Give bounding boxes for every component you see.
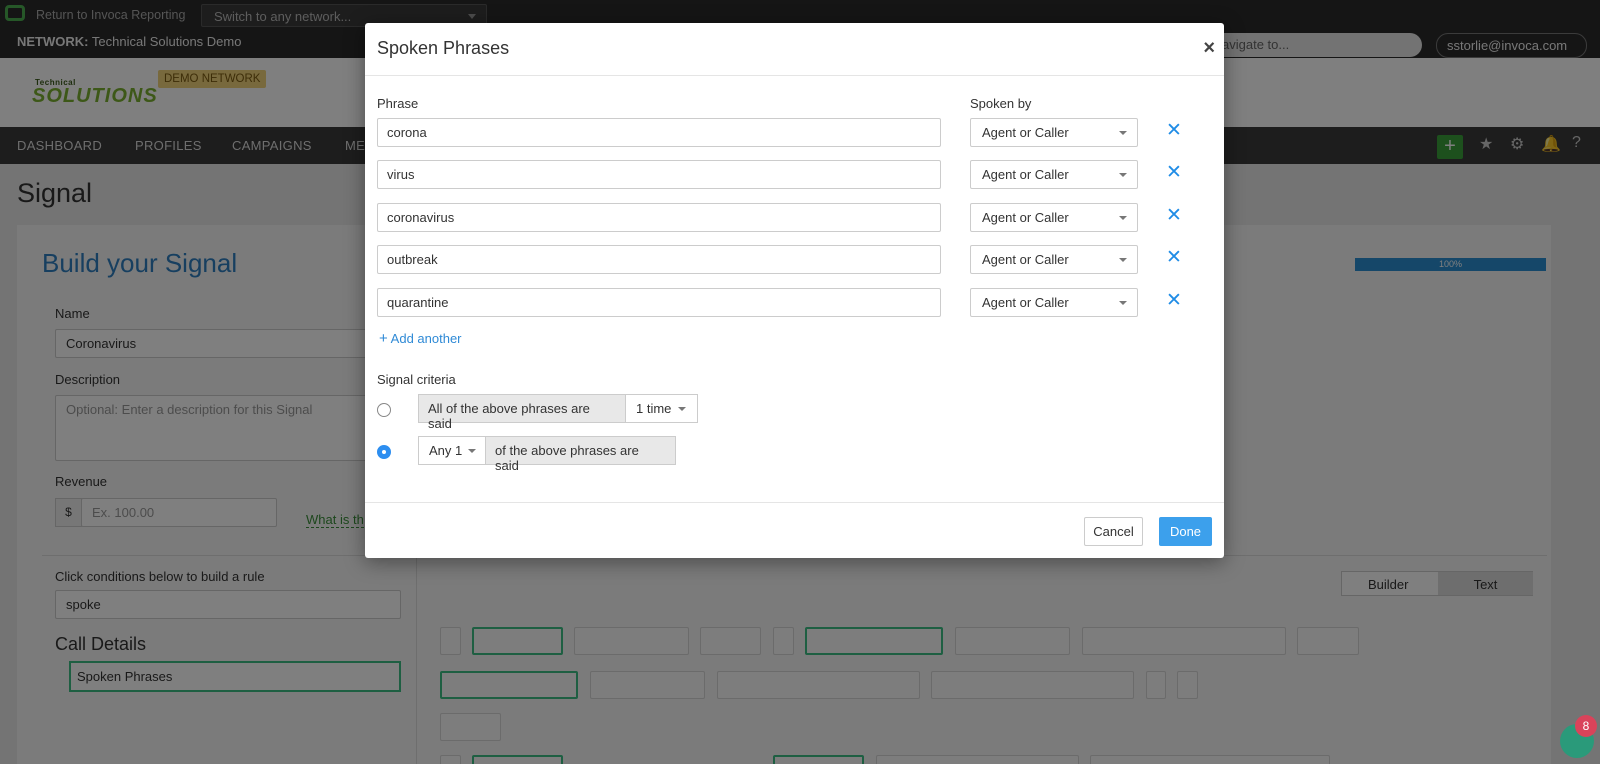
remove-phrase-icon[interactable]: ✕ [1166, 161, 1182, 184]
chevron-down-icon [1119, 301, 1127, 305]
spoken-by-value: Agent or Caller [982, 125, 1069, 140]
criteria-times-select[interactable]: 1 time [625, 394, 698, 423]
modal-title: Spoken Phrases [377, 38, 510, 58]
criteria-all-radio[interactable] [377, 403, 391, 417]
spoken-by-value: Agent or Caller [982, 295, 1069, 310]
criteria-any-radio[interactable] [377, 445, 391, 459]
modal-footer-divider [365, 502, 1224, 503]
spoken-by-column-label: Spoken by [970, 96, 1032, 111]
plus-icon: + [379, 330, 388, 347]
chat-unread-badge: 8 [1575, 715, 1597, 737]
spoken-by-select[interactable]: Agent or Caller [970, 245, 1138, 274]
add-another-link[interactable]: + Add another [379, 330, 462, 347]
remove-phrase-icon[interactable]: ✕ [1166, 204, 1182, 227]
criteria-any-select[interactable]: Any 1 [418, 436, 486, 465]
criteria-all-text: All of the above phrases are said [418, 394, 626, 431]
cancel-button[interactable]: Cancel [1084, 517, 1143, 546]
remove-phrase-icon[interactable]: ✕ [1166, 246, 1182, 269]
phrase-input[interactable]: coronavirus [377, 203, 941, 232]
phrase-input[interactable]: quarantine [377, 288, 941, 317]
remove-phrase-icon[interactable]: ✕ [1166, 289, 1182, 312]
criteria-times-value: 1 time [636, 401, 672, 416]
chevron-down-icon [1119, 258, 1127, 262]
chevron-down-icon [468, 449, 476, 453]
done-button[interactable]: Done [1159, 517, 1212, 546]
chevron-down-icon [678, 407, 686, 411]
criteria-any-value: Any 1 [429, 443, 463, 458]
phrase-input[interactable]: virus [377, 160, 941, 189]
phrase-input[interactable]: outbreak [377, 245, 941, 274]
chevron-down-icon [1119, 216, 1127, 220]
criteria-any-text: of the above phrases are said [485, 436, 676, 473]
chevron-down-icon [1119, 173, 1127, 177]
spoken-by-select[interactable]: Agent or Caller [970, 118, 1138, 147]
spoken-by-select[interactable]: Agent or Caller [970, 288, 1138, 317]
spoken-by-select[interactable]: Agent or Caller [970, 160, 1138, 189]
signal-criteria-label: Signal criteria [377, 372, 456, 387]
spoken-phrases-modal: Spoken Phrases × Phrase Spoken by corona… [365, 23, 1224, 558]
spoken-by-value: Agent or Caller [982, 252, 1069, 267]
add-another-label: Add another [390, 331, 462, 346]
spoken-by-value: Agent or Caller [982, 167, 1069, 182]
phrase-column-label: Phrase [377, 96, 419, 111]
modal-header: Spoken Phrases × [365, 23, 1224, 76]
spoken-by-select[interactable]: Agent or Caller [970, 203, 1138, 232]
remove-phrase-icon[interactable]: ✕ [1166, 119, 1182, 142]
spoken-by-value: Agent or Caller [982, 210, 1069, 225]
close-icon[interactable]: × [1203, 37, 1215, 60]
phrase-input[interactable]: corona [377, 118, 941, 147]
chevron-down-icon [1119, 131, 1127, 135]
